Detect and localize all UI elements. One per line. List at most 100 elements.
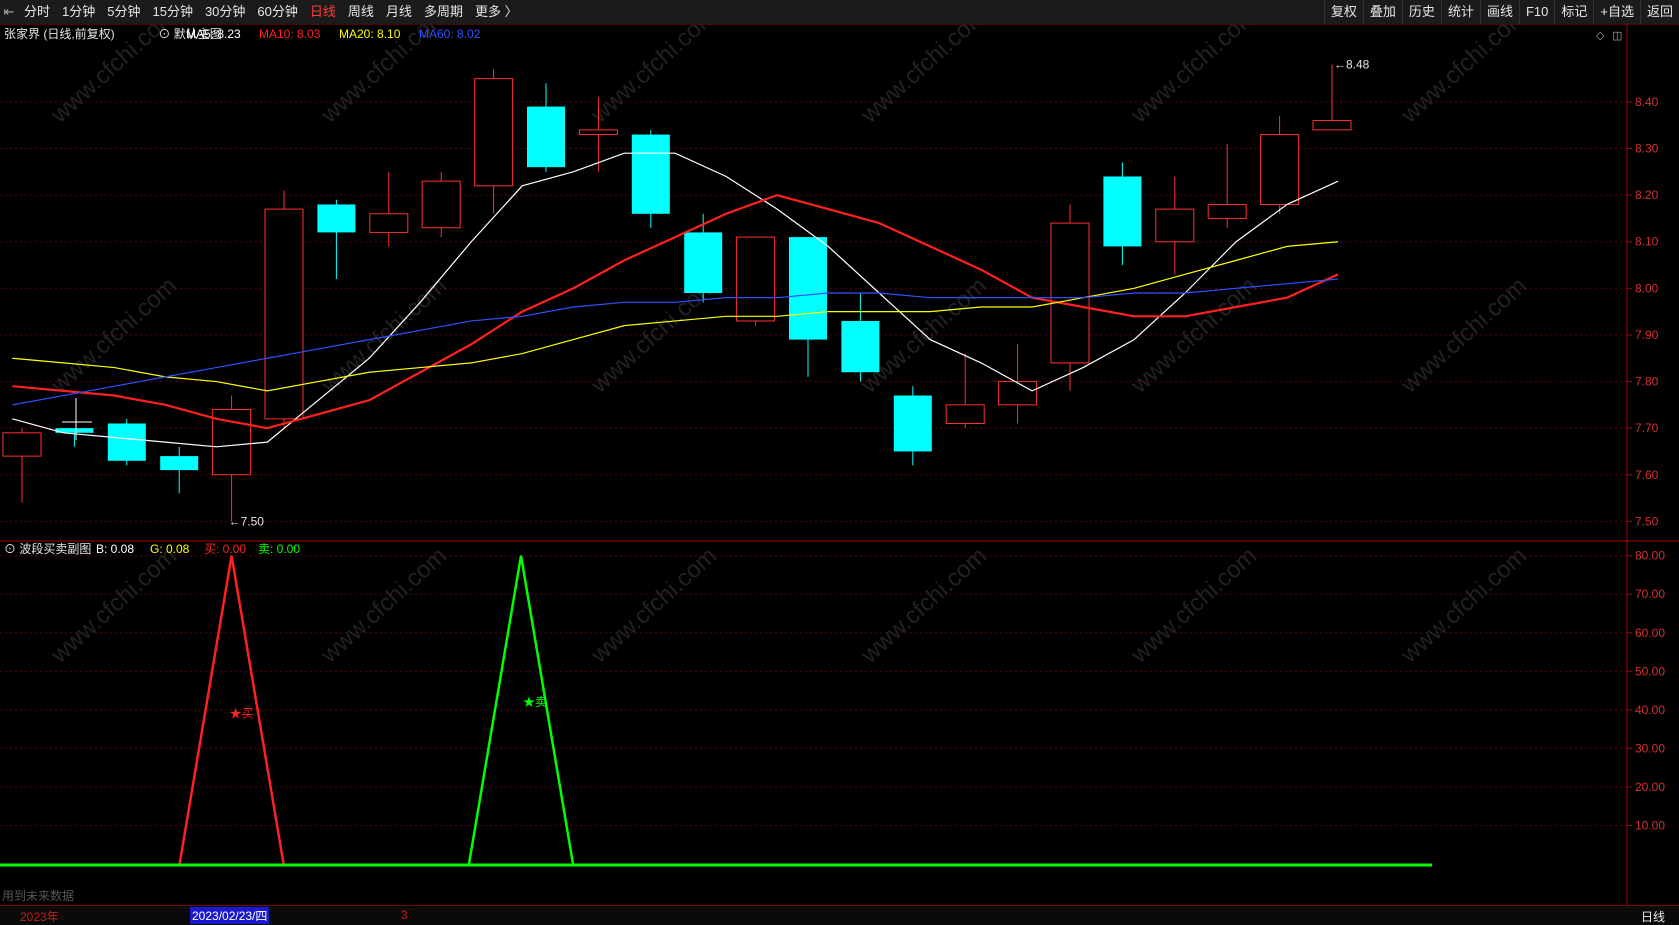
sub-header-name: ⊙ 波段买卖副图 — [4, 541, 91, 556]
cursor-date: 2023/02/23/四 — [190, 907, 270, 924]
period-tab-4[interactable]: 30分钟 — [199, 0, 251, 24]
main-tick-label: 7.70 — [1635, 421, 1659, 435]
watermark-text: www.cfchi.com — [45, 272, 182, 399]
candle-body — [2, 432, 42, 457]
main-tick-label: 7.50 — [1635, 514, 1659, 528]
toolbar-action-5[interactable]: F10 — [1518, 0, 1554, 24]
chart-area: www.cfchi.com www.cfchi.com www.cfchi.com w… — [0, 24, 1679, 905]
period-label[interactable]: 日线 — [1641, 908, 1665, 925]
candle-body — [421, 180, 461, 229]
watermark-text: www.cfchi.com — [315, 542, 452, 669]
toolbar-action-8[interactable]: 返回 — [1639, 0, 1679, 24]
toolbar-action-0[interactable]: 复权 — [1323, 0, 1363, 24]
period-tab-1[interactable]: 1分钟 — [56, 0, 101, 24]
sub-tick-label: 30.00 — [1635, 741, 1665, 755]
toolbar-actions: 复权 叠加 历史 统计 画线 F10 标记 +自选 返回 — [1323, 0, 1679, 24]
watermark-text: www.cfchi.com — [315, 272, 452, 399]
period-tab-10[interactable]: 更多 〉 — [469, 0, 524, 24]
buy-signal-label: ★买 — [230, 707, 254, 721]
period-tabs: 分时 1分钟 5分钟 15分钟 30分钟 60分钟 日线 周线 月线 多周期 更多 〉 — [18, 0, 524, 24]
sub-tick-label: 20.00 — [1635, 780, 1665, 794]
back-arrow-icon[interactable]: ⇤ — [0, 4, 18, 20]
candle-body — [1312, 120, 1352, 131]
ma-legend-0: MA5: 8.23 — [186, 27, 241, 41]
toolbar-action-2[interactable]: 历史 — [1401, 0, 1441, 24]
toolbar-action-4[interactable]: 画线 — [1479, 0, 1519, 24]
diamond-icon: ◇ — [1596, 30, 1605, 42]
year-label: 2023年 — [20, 910, 59, 924]
period-tab-3[interactable]: 15分钟 — [146, 0, 198, 24]
main-tick-label: 7.80 — [1635, 375, 1659, 389]
period-tab-7[interactable]: 周线 — [342, 0, 380, 24]
candle-body — [474, 78, 514, 187]
sub-tick-label: 50.00 — [1635, 664, 1665, 678]
watermark-text: www.cfchi.com — [855, 24, 992, 129]
candle-body — [998, 381, 1038, 406]
high-price-annotation: ←8.48 — [1334, 58, 1370, 72]
ma-legend-3: MA60: 8.02 — [419, 27, 481, 41]
candle-body — [893, 395, 932, 452]
watermark-text: www.cfchi.com — [1395, 542, 1532, 669]
candle-body — [107, 423, 146, 461]
period-tab-5[interactable]: 60分钟 — [251, 0, 303, 24]
panel-toggle-icon: ◫ — [1612, 30, 1622, 42]
main-tick-label: 7.60 — [1635, 468, 1659, 482]
low-price-annotation: ←7.50 — [229, 514, 265, 528]
watermark-text: www.cfchi.com — [855, 542, 992, 669]
watermark-text: www.cfchi.com — [585, 24, 722, 129]
toolbar-action-7[interactable]: +自选 — [1593, 0, 1640, 24]
sub-tick-label: 40.00 — [1635, 703, 1665, 717]
candle-body — [1260, 134, 1300, 205]
watermark-text: www.cfchi.com — [1125, 24, 1262, 129]
main-tick-label: 7.90 — [1635, 328, 1659, 342]
date-bar: 2023年 2023/02/23/四 3 日线 — [0, 905, 1679, 925]
sub-tick-label: 70.00 — [1635, 587, 1665, 601]
period-tab-0[interactable]: 分时 — [18, 0, 56, 24]
candle-body — [160, 456, 199, 471]
month-mark: 3 — [401, 908, 408, 922]
main-tick-label: 8.10 — [1635, 235, 1659, 249]
main-tick-label: 8.30 — [1635, 142, 1659, 156]
candle-body — [1050, 222, 1090, 364]
candle-body — [789, 237, 827, 340]
candle-body — [1207, 203, 1247, 219]
sub-tick-label: 80.00 — [1635, 549, 1665, 563]
period-tab-2[interactable]: 5分钟 — [101, 0, 146, 24]
ma-legend-1: MA10: 8.03 — [259, 27, 321, 41]
toolbar-action-1[interactable]: 叠加 — [1362, 0, 1402, 24]
candle-body — [736, 236, 776, 322]
sub-legend-1: G: 0.08 — [150, 542, 190, 556]
price-axis: 8.40 8.30 8.20 8.10 8.00 7.90 7.80 7.70 7.60 7.50… — [1627, 95, 1665, 832]
watermark-text: www.cfchi.com — [585, 542, 722, 669]
candle-body — [578, 129, 618, 136]
future-data-notice: 用到未来数据 — [2, 888, 74, 903]
main-header-text: 张家界 (日线,前复权) — [4, 26, 115, 41]
watermark-text: www.cfchi.com — [1125, 272, 1262, 399]
ma-legend-2: MA20: 8.10 — [339, 27, 401, 41]
toolbar-action-3[interactable]: 统计 — [1440, 0, 1480, 24]
candle-body — [684, 232, 723, 293]
toolbar: ⇤ 分时 1分钟 5分钟 15分钟 30分钟 60分钟 日线 周线 月线 多周期 更多 〉 复权 叠加… — [0, 0, 1679, 25]
main-tick-label: 8.40 — [1635, 95, 1659, 109]
sub-tick-label: 60.00 — [1635, 626, 1665, 640]
watermark-text: www.cfchi.com — [1395, 24, 1532, 129]
main-tick-label: 8.00 — [1635, 281, 1659, 295]
sell-signal-label: ★卖 — [523, 695, 547, 709]
candle-body — [841, 320, 880, 373]
candle-body — [1103, 176, 1142, 247]
candle-body — [1155, 208, 1195, 243]
candle-body — [945, 404, 985, 424]
period-tab-9[interactable]: 多周期 — [418, 0, 469, 24]
sub-tick-label: 10.00 — [1635, 818, 1665, 832]
watermark-text: www.cfchi.com — [1125, 542, 1262, 669]
period-tab-6[interactable]: 日线 — [304, 0, 342, 24]
grid-lines — [0, 24, 1679, 905]
candle-body — [369, 213, 409, 233]
toolbar-action-6[interactable]: 标记 — [1554, 0, 1593, 24]
watermark-text: www.cfchi.com — [45, 542, 182, 669]
candle-body — [527, 106, 565, 168]
main-tick-label: 8.20 — [1635, 188, 1659, 202]
sub-legend-3: 卖: 0.00 — [258, 542, 300, 556]
period-tab-8[interactable]: 月线 — [380, 0, 418, 24]
candle-body — [317, 204, 356, 233]
